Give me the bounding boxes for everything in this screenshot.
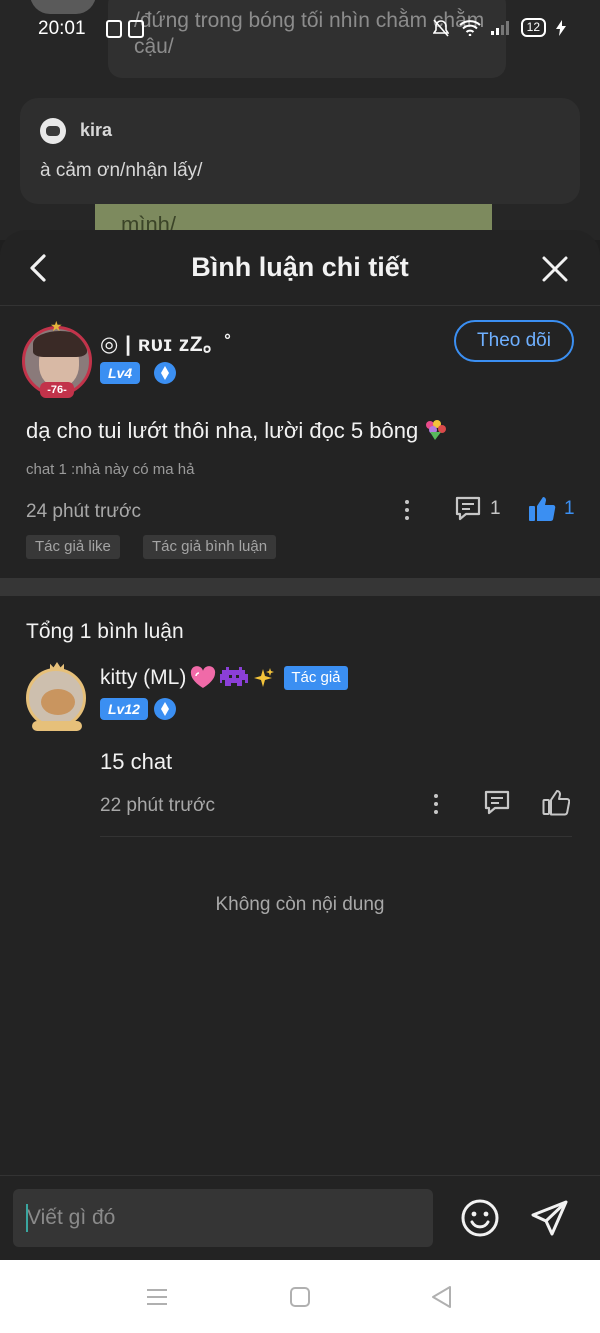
battery-level: 12 — [520, 18, 546, 37]
status-notification-icons — [106, 20, 144, 38]
main-comment-text: dạ cho tui lướt thôi nha, lười đọc 5 bôn… — [26, 418, 448, 444]
emoji-icon[interactable] — [460, 1198, 500, 1238]
reply-time: 22 phút trước — [100, 795, 215, 816]
background-avatar — [30, 0, 96, 14]
like-count: 1 — [564, 498, 575, 519]
status-time: 20:01 — [38, 18, 86, 39]
reply-button[interactable]: 1 — [454, 496, 501, 522]
reply-comment-icon[interactable] — [483, 790, 511, 816]
reply-count: 1 — [490, 498, 501, 519]
comment-input[interactable] — [13, 1189, 433, 1247]
mute-icon — [432, 18, 449, 37]
system-navigation-bar — [0, 1260, 600, 1333]
total-comments-label: Tổng 1 bình luận — [26, 620, 184, 643]
verified-icon — [154, 362, 176, 384]
more-options-icon[interactable] — [431, 792, 441, 816]
menu-icon[interactable] — [144, 1284, 170, 1310]
thumbs-up-outline-icon[interactable] — [542, 789, 570, 816]
page-title: Bình luận chi tiết — [191, 252, 409, 282]
follow-button[interactable]: Theo dõi — [454, 320, 574, 362]
main-comment-time: 24 phút trước — [26, 501, 141, 522]
section-divider — [0, 578, 600, 596]
main-comment-text-content: dạ cho tui lướt thôi nha, lười đọc 5 bôn… — [26, 418, 419, 443]
send-icon[interactable] — [530, 1198, 570, 1238]
comment-input-bar — [0, 1175, 600, 1260]
shop-icon — [106, 20, 122, 38]
close-icon[interactable] — [540, 254, 570, 284]
reply-username-row: kitty (ML) Tác giả — [100, 666, 348, 690]
text-cursor — [26, 1204, 28, 1232]
end-of-list-label: Không còn nội dung — [215, 894, 385, 915]
background-comment-avatar — [40, 118, 66, 144]
author-comment-tag: Tác giả bình luận — [143, 535, 277, 559]
avatar-badge: -76- — [40, 382, 74, 398]
more-options-icon[interactable] — [402, 498, 412, 522]
status-system-icons: 12 — [432, 18, 566, 37]
background-comment-name: kira — [80, 120, 113, 140]
sparkles-icon — [254, 668, 275, 687]
star-icon: ★ — [50, 318, 63, 334]
sheet-header: Bình luận chi tiết — [0, 230, 600, 306]
main-comment-username[interactable]: ◎ | ʀᴜɪ zZ。˚ — [100, 328, 232, 358]
signal-icon — [490, 20, 509, 35]
thumbs-up-icon — [529, 497, 556, 521]
back-nav-icon[interactable] — [429, 1284, 455, 1310]
main-comment-avatar[interactable]: ★ -76- — [22, 318, 92, 400]
verified-icon — [154, 698, 176, 720]
youtube-icon — [128, 20, 144, 38]
background-comment-text: à cảm ơn/nhận lấy/ — [40, 160, 203, 181]
heart-icon — [191, 666, 216, 688]
level-badge: Lv12 — [100, 698, 148, 720]
reply-text: 15 chat — [100, 749, 173, 774]
reply-avatar[interactable] — [24, 662, 90, 731]
crown-icon — [50, 662, 64, 671]
comment-detail-sheet: Bình luận chi tiết ★ -76- ◎ | ʀᴜɪ zZ。˚ L… — [0, 230, 600, 1260]
wifi-icon — [458, 19, 481, 36]
home-icon[interactable] — [287, 1284, 313, 1310]
background-bubble: /đứng trong bóng tối nhìn chằm chằm cậu/ — [108, 0, 506, 78]
background-comment: kira à cảm ơn/nhận lấy/ — [20, 98, 580, 204]
author-badge: Tác giả — [284, 666, 348, 690]
reply-divider — [100, 836, 572, 837]
alien-monster-icon — [220, 667, 249, 686]
charging-icon — [556, 19, 566, 36]
reply-username[interactable]: kitty (ML) — [100, 666, 186, 690]
like-button[interactable]: 1 — [528, 496, 575, 522]
avatar-frame — [26, 668, 86, 728]
author-like-tag: Tác giả like — [26, 535, 120, 559]
level-badge: Lv4 — [100, 362, 141, 384]
bouquet-icon — [426, 420, 447, 440]
comment-icon — [455, 496, 481, 521]
quoted-text: chat 1 :nhà này có ma hả — [26, 461, 195, 478]
